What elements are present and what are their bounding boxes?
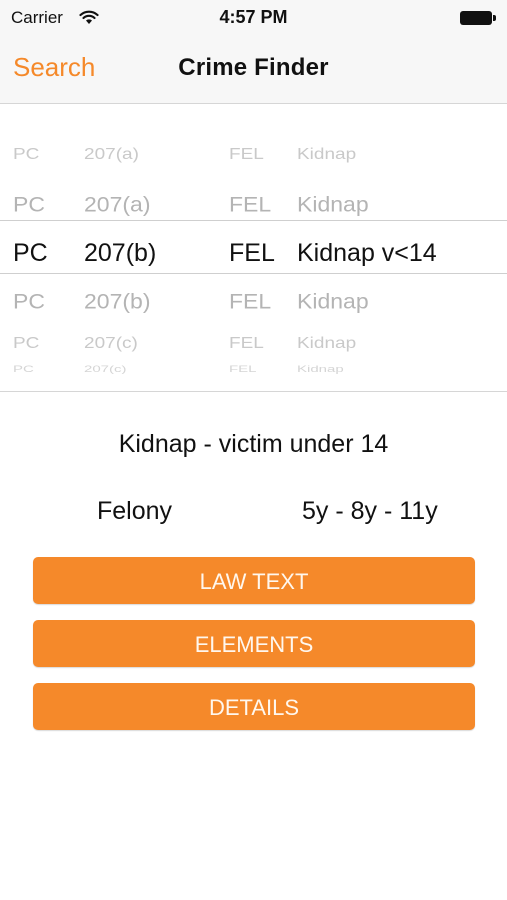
picker-row-description: Kidnap xyxy=(297,335,357,353)
picker-row-description: Kidnap xyxy=(297,192,369,216)
picker-row-description: Kidnap xyxy=(297,364,344,375)
picker-row-section: 207(c) xyxy=(84,364,127,375)
clock: 4:57 PM xyxy=(219,7,288,27)
picker-row-code: PC xyxy=(13,335,40,353)
picker-row-code: PC xyxy=(13,192,45,216)
picker-row-section: 207(b) xyxy=(84,289,151,313)
picker-row-type: FEL xyxy=(229,289,272,313)
navigation-bar: Search Crime Finder xyxy=(0,36,507,104)
picker-row-section: 207(a) xyxy=(84,146,139,164)
picker-row-code: PC xyxy=(13,239,48,267)
picker-row-section: 207(c) xyxy=(84,335,138,353)
picker-row-description: Kidnap xyxy=(297,289,369,313)
crime-description: Kidnap - victim under 14 xyxy=(118,430,389,458)
sentence-range: 5y - 8y - 11y xyxy=(302,497,438,525)
picker-row-type: FEL xyxy=(229,146,264,164)
picker-row-section: 207(b) xyxy=(84,239,157,267)
status-bar: Carrier 4:57 PM xyxy=(0,0,507,36)
picker-row-code: PC xyxy=(13,364,34,375)
crime-picker[interactable]: PC 207(a) FEL Kidnap PC 207(a) FEL Kidna… xyxy=(0,104,507,392)
picker-row-code: PC xyxy=(13,146,40,164)
picker-row-type: FEL xyxy=(229,364,257,375)
picker-row-section: 207(a) xyxy=(84,192,151,216)
picker-row-description: Kidnap xyxy=(297,146,357,164)
picker-row-type: FEL xyxy=(229,192,272,216)
elements-button[interactable]: ELEMENTS xyxy=(33,620,475,667)
law-text-button[interactable]: LAW TEXT xyxy=(33,557,475,604)
page-title: Crime Finder xyxy=(178,54,329,81)
picker-row-type: FEL xyxy=(229,239,275,267)
picker-row-code: PC xyxy=(13,289,45,313)
details-button[interactable]: DETAILS xyxy=(33,683,475,730)
picker-row-type: FEL xyxy=(229,335,264,353)
severity-label: Felony xyxy=(97,497,173,525)
battery-icon xyxy=(460,11,496,25)
picker-row-description: Kidnap v<14 xyxy=(297,239,437,267)
